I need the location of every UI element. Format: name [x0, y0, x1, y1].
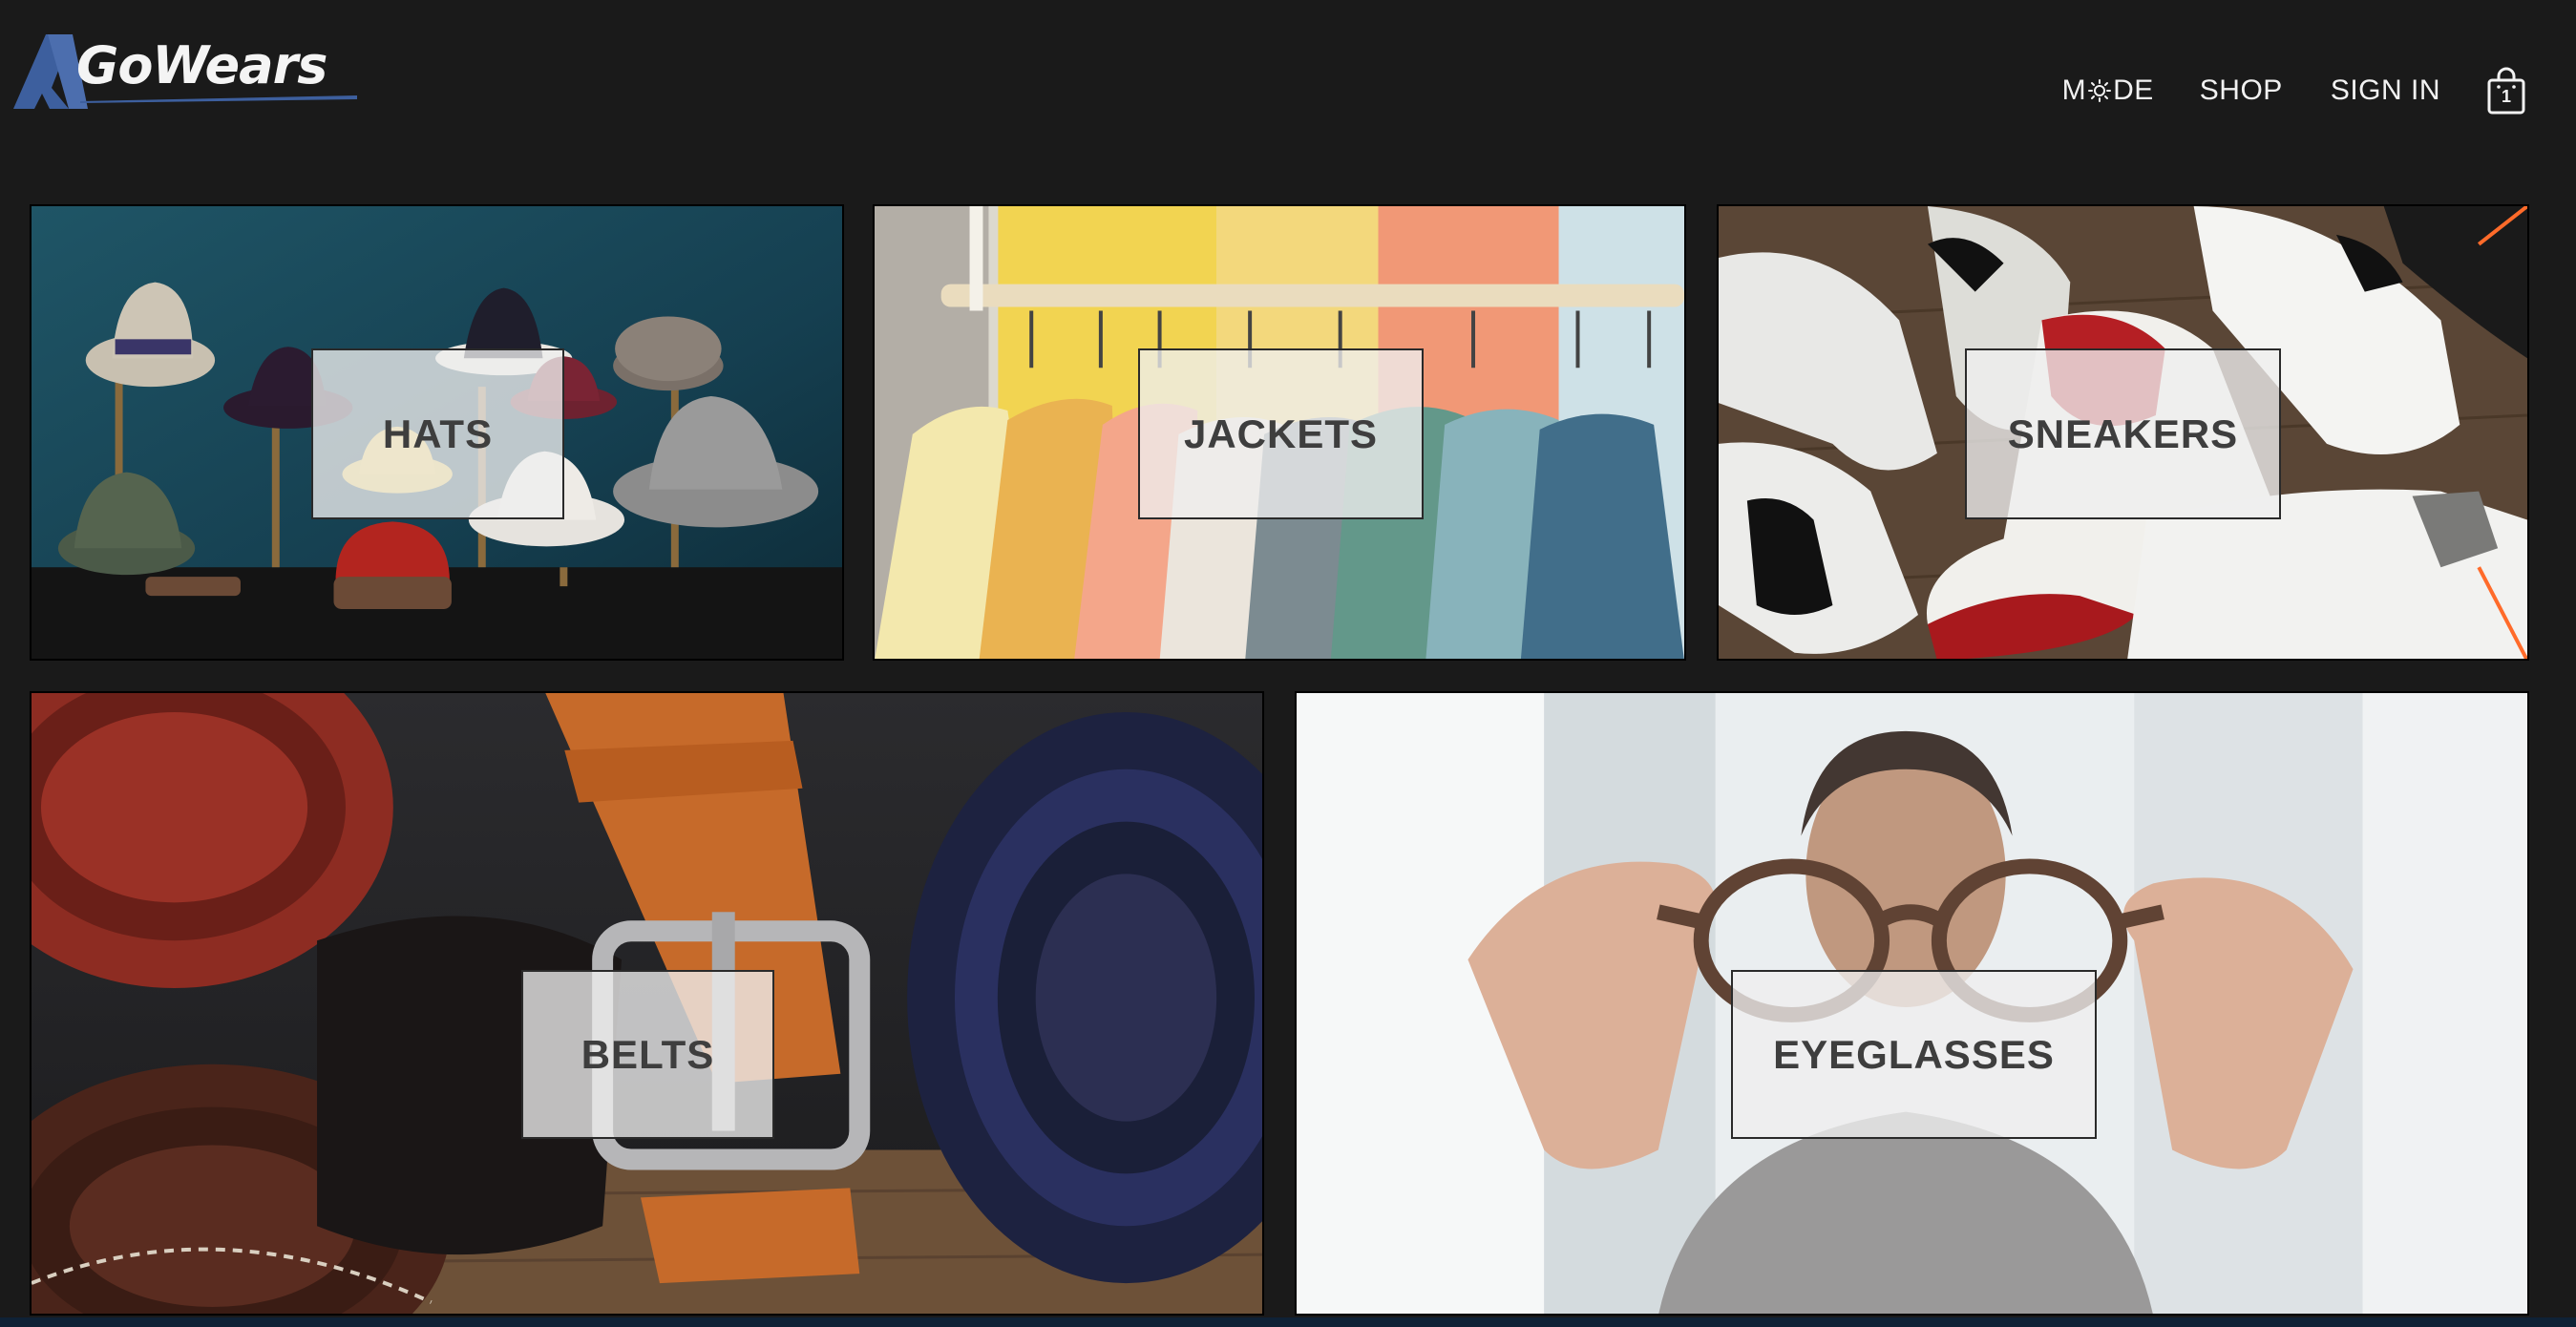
- category-label-belts: BELTS: [521, 970, 774, 1139]
- category-label-eyeglasses: EYEGLASSES: [1731, 970, 2097, 1139]
- nav-link-shop[interactable]: SHOP: [2200, 74, 2283, 107]
- category-tile-jackets[interactable]: JACKETS: [873, 204, 1686, 661]
- brand-logo[interactable]: GoWears: [13, 31, 357, 113]
- category-tile-hats[interactable]: HATS: [30, 204, 844, 661]
- sun-icon: [2088, 79, 2112, 102]
- nav-link-sign-in[interactable]: SIGN IN: [2331, 74, 2440, 107]
- category-label-jackets: JACKETS: [1138, 348, 1424, 519]
- brand-name: GoWears: [76, 35, 327, 95]
- mode-toggle[interactable]: M DE: [2062, 74, 2154, 107]
- site-header: GoWears M DE SHOP SIGN IN 1: [0, 0, 2576, 181]
- logo-swoosh-icon: [80, 95, 357, 103]
- cart-button[interactable]: 1: [2486, 66, 2526, 116]
- category-tile-belts[interactable]: BELTS: [30, 691, 1264, 1316]
- main-nav: M DE SHOP SIGN IN 1: [2062, 57, 2576, 124]
- footer-edge: [0, 1317, 2576, 1327]
- category-label-sneakers: SNEAKERS: [1965, 348, 2281, 519]
- category-label-hats: HATS: [311, 348, 564, 519]
- cart-count-badge: 1: [2501, 87, 2511, 106]
- category-tile-eyeglasses[interactable]: EYEGLASSES: [1295, 691, 2529, 1316]
- mode-label-end: DE: [2113, 74, 2154, 106]
- mode-label-start: M: [2061, 74, 2087, 106]
- category-tile-sneakers[interactable]: SNEAKERS: [1717, 204, 2529, 661]
